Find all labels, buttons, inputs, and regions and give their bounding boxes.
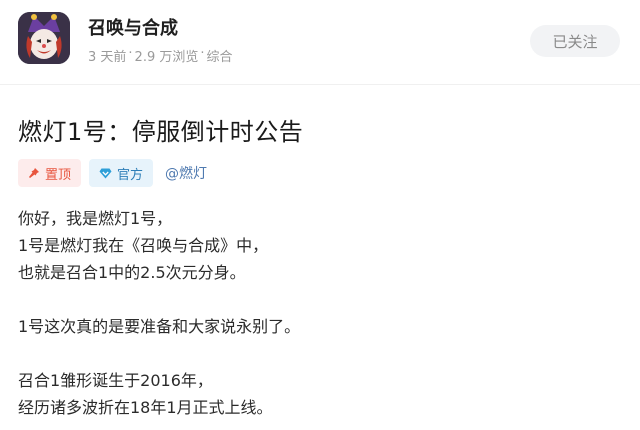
- pinned-tag[interactable]: 置顶: [18, 159, 82, 187]
- header-divider: [0, 84, 640, 85]
- pin-icon: [29, 168, 39, 178]
- official-tag[interactable]: 官方: [89, 159, 154, 187]
- post-title: 燃灯1号：停服倒计时公告: [18, 118, 304, 146]
- post-body: 你好，我是燃灯1号， 1号是燃灯我在《召唤与合成》中， 也就是召合1中的2.5次…: [18, 205, 300, 421]
- avatar[interactable]: [18, 12, 70, 64]
- body-line: 经历诸多波折在18年1月正式上线。: [18, 398, 273, 417]
- body-line: 也就是召合1中的2.5次元分身。: [18, 263, 246, 282]
- author-name[interactable]: 召唤与合成: [88, 14, 178, 40]
- post-meta: 3 天前 · 2.9 万浏览 · 综合: [88, 46, 233, 65]
- post-category[interactable]: 综合: [207, 46, 233, 65]
- body-line: 1号这次真的是要准备和大家说永别了。: [18, 317, 301, 336]
- mention-link[interactable]: @燃灯: [161, 159, 211, 187]
- post-tags: 置顶 官方 @燃灯: [18, 159, 211, 187]
- post-page: 召唤与合成 3 天前 · 2.9 万浏览 · 综合 已关注 燃灯1号：停服倒计时…: [0, 0, 640, 430]
- meta-separator: ·: [128, 46, 133, 61]
- body-line: 1号是燃灯我在《召唤与合成》中，: [18, 236, 269, 255]
- official-tag-label: 官方: [117, 167, 144, 183]
- view-count: 2.9 万浏览: [134, 50, 199, 65]
- post-time: 3 天前: [88, 50, 127, 65]
- pinned-tag-label: 置顶: [45, 167, 72, 183]
- clown-avatar-icon: [18, 12, 70, 64]
- body-line: 召合1雏形诞生于2016年，: [18, 371, 213, 390]
- meta-separator: ·: [200, 46, 205, 61]
- follow-button[interactable]: 已关注: [530, 25, 620, 57]
- post-header: 召唤与合成 3 天前 · 2.9 万浏览 · 综合 已关注: [0, 0, 640, 80]
- diamond-check-icon: [99, 168, 112, 178]
- body-line: 你好，我是燃灯1号，: [18, 209, 173, 228]
